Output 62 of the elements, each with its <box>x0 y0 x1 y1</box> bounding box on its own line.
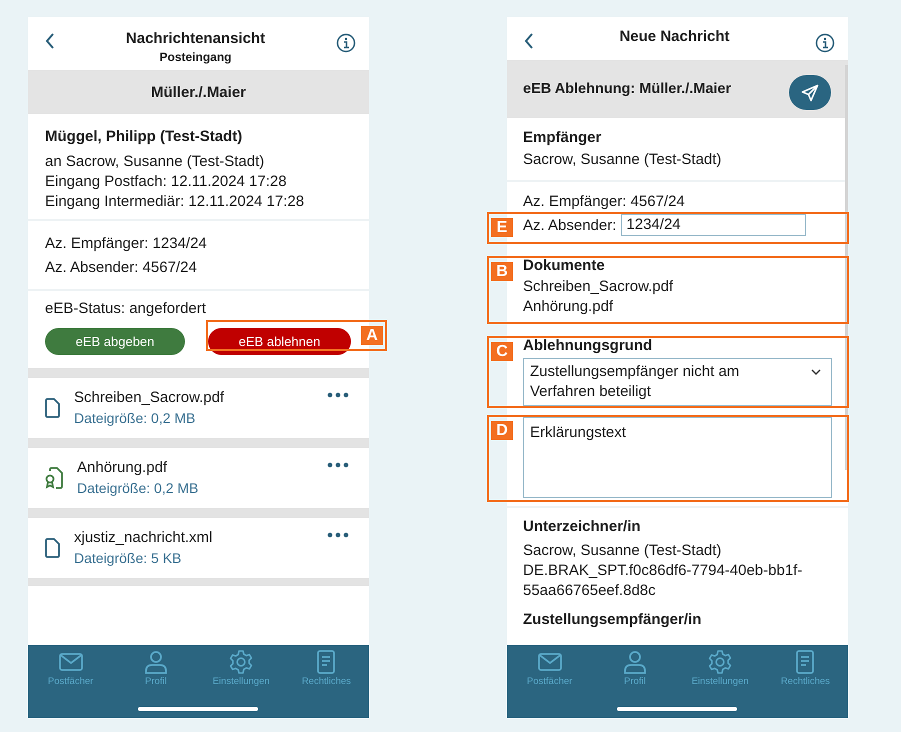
back-button[interactable] <box>45 33 55 49</box>
settings-icon <box>707 650 734 674</box>
callout-badge: E <box>491 218 513 237</box>
mail-icon <box>536 650 563 674</box>
info-button[interactable] <box>336 33 356 53</box>
signer-detail: DE.BRAK_SPT.f0c86df6-7794-40eb-bb1f-55aa66765eef.8d8c <box>523 561 804 601</box>
document-name: Schreiben_Sacrow.pdf <box>523 277 674 297</box>
certificate-document-icon <box>45 467 63 489</box>
file-card[interactable]: Schreiben_Sacrow.pdf Dateigröße: 0,2 MB <box>28 378 369 438</box>
field-label: Az. Absender: <box>523 216 616 234</box>
chevron-down-icon <box>811 369 821 375</box>
signer-detail: Sacrow, Susanne (Test-Stadt) <box>523 541 722 561</box>
screen-subtitle: Posteingang <box>159 49 232 65</box>
mail-icon <box>58 650 84 674</box>
file-size: Dateigröße: 0,2 MB <box>77 479 198 498</box>
accept-button[interactable]: eEB abgeben <box>45 328 185 355</box>
sender-reference-field[interactable]: 1234/24 <box>621 214 806 236</box>
callout-badge: B <box>491 262 513 281</box>
back-button[interactable] <box>524 33 534 49</box>
section-heading: Ablehnungsgrund <box>523 336 654 356</box>
document-icon <box>45 398 60 418</box>
reference-text: Az. Empfänger: 1234/24 <box>45 234 208 254</box>
recipient-name: Sacrow, Susanne (Test-Stadt) <box>523 150 722 170</box>
screen-title: Neue Nachricht <box>619 27 730 47</box>
settings-icon <box>228 650 254 674</box>
file-size: Dateigröße: 0,2 MB <box>74 409 196 428</box>
more-options-icon[interactable] <box>327 532 349 538</box>
paper-plane-icon <box>801 84 819 102</box>
person-icon <box>142 650 169 674</box>
reference-text: Az. Absender: 4567/24 <box>45 258 198 278</box>
explanation-field[interactable]: Erklärungstext <box>523 417 832 498</box>
section-heading: Zustellungsempfänger/in <box>523 610 702 630</box>
callout-badge: C <box>491 342 513 361</box>
document-name: Anhörung.pdf <box>523 297 614 317</box>
section-heading: Unterzeichner/in <box>523 517 642 537</box>
more-options-icon[interactable] <box>327 392 349 398</box>
field-label: Empfänger <box>523 128 602 148</box>
screen-title: Nachrichtenansicht <box>126 29 266 49</box>
file-name: Anhörung.pdf <box>77 458 168 478</box>
message-detail: an Sacrow, Susanne (Test-Stadt) <box>45 152 266 172</box>
info-button[interactable] <box>815 33 835 53</box>
file-card[interactable]: Anhörung.pdf Dateigröße: 0,2 MB <box>28 448 369 508</box>
more-options-icon[interactable] <box>327 462 349 468</box>
file-name: xjustiz_nachricht.xml <box>74 528 212 548</box>
status-text: eEB-Status: angefordert <box>45 299 207 319</box>
section-heading: Dokumente <box>523 256 606 276</box>
document-icon <box>45 538 60 558</box>
reject-button[interactable]: eEB ablehnen <box>208 328 351 355</box>
callout-badge: D <box>491 421 513 440</box>
callout-badge: A <box>361 326 383 345</box>
file-name: Schreiben_Sacrow.pdf <box>74 388 224 408</box>
reason-dropdown[interactable]: Zustellungsempfänger nicht am Verfahren beteiligt <box>523 358 832 406</box>
message-detail: Eingang Postfach: 12.11.2024 17:28 <box>45 172 288 192</box>
case-title: Müller./.Maier <box>150 84 246 100</box>
message-subject: eEB Ablehnung: Müller./.Maier <box>523 81 732 97</box>
sender-name: Müggel, Philipp (Test-Stadt) <box>45 127 244 147</box>
message-detail: Eingang Intermediär: 12.11.2024 17:28 <box>45 192 306 212</box>
file-size: Dateigröße: 5 KB <box>74 549 182 568</box>
reference-text: Az. Empfänger: 4567/24 <box>523 192 686 212</box>
file-card[interactable]: xjustiz_nachricht.xml Dateigröße: 5 KB <box>28 518 369 578</box>
person-icon <box>622 650 648 674</box>
send-button[interactable] <box>789 75 831 110</box>
